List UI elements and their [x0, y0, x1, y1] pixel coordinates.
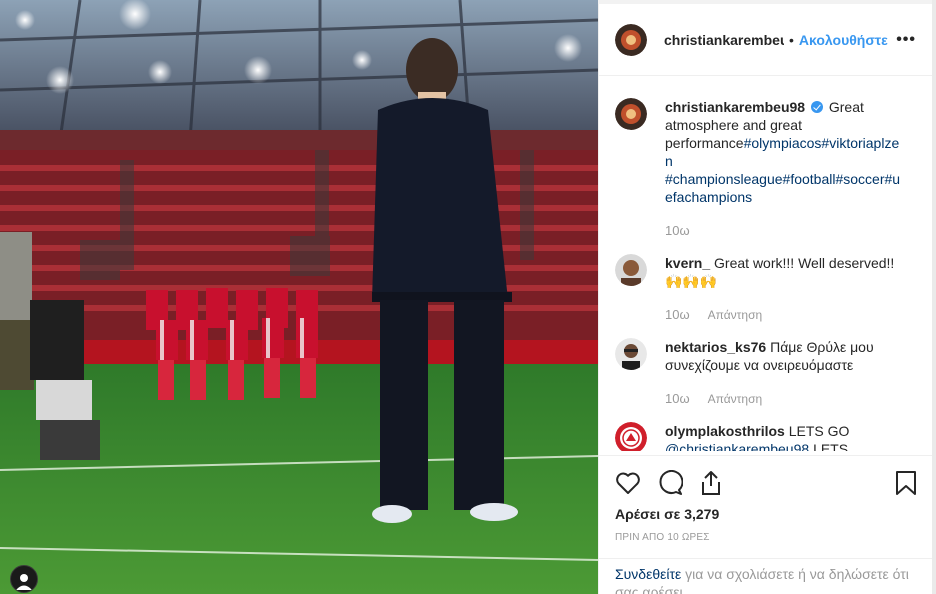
comment-emoji: 🙌🙌🙌: [665, 273, 718, 289]
share-icon[interactable]: [699, 470, 723, 496]
hashtag-link[interactable]: #football: [783, 171, 836, 187]
comments-list[interactable]: christiankarembeu98 Great atmosphere and…: [599, 76, 932, 451]
comment-body: olymplakosthrilos LETS GO @christiankare…: [665, 422, 905, 451]
commenter-avatar[interactable]: [615, 338, 647, 370]
mention-link[interactable]: @christiankarembeu98: [665, 441, 809, 451]
follow-separator: •: [789, 31, 794, 48]
caption-username[interactable]: christiankarembeu98: [665, 99, 805, 115]
verified-badge-icon: [810, 101, 823, 113]
post-header: christiankarembeu98 • Ακολουθήστε •••: [599, 4, 932, 76]
caption-time: 10ω: [665, 223, 690, 238]
heart-icon[interactable]: [615, 471, 641, 495]
post-side-panel: christiankarembeu98 • Ακολουθήστε ••• ch…: [598, 4, 933, 594]
post-photo[interactable]: [0, 0, 598, 594]
window-edge: [932, 0, 936, 594]
caption-body: christiankarembeu98 Great atmosphere and…: [665, 98, 905, 240]
comment-row: olymplakosthrilos LETS GO @christiankare…: [615, 422, 916, 451]
comment-username[interactable]: nektarios_ks76: [665, 339, 766, 355]
commenter-avatar[interactable]: [615, 254, 647, 286]
post-timestamp: ΠΡΙΝ ΑΠΟ 10 ΩΡΕΣ: [615, 532, 710, 543]
login-link[interactable]: Συνδεθείτε: [615, 566, 681, 582]
caption-meta: 10ω: [665, 222, 905, 240]
follow-button[interactable]: Ακολουθήστε: [799, 32, 888, 48]
bookmark-icon[interactable]: [895, 470, 917, 496]
user-icon: [16, 574, 32, 590]
hashtag-link[interactable]: #championsleague: [665, 171, 783, 187]
comment-meta: 10ω Απάντηση: [665, 390, 905, 408]
commenter-avatar[interactable]: [615, 422, 647, 451]
comment-body: nektarios_ks76 Πάμε Θρύλε μου συνεχίζουμ…: [665, 338, 905, 408]
caption-avatar[interactable]: [615, 98, 647, 130]
comment-row: nektarios_ks76 Πάμε Θρύλε μου συνεχίζουμ…: [615, 338, 916, 408]
comment-row: kvern_ Great work!!! Well deserved!! 🙌🙌🙌…: [615, 254, 916, 324]
login-prompt: Συνδεθείτε για να σχολιάσετε ή να δηλώσε…: [599, 558, 933, 594]
caption-row: christiankarembeu98 Great atmosphere and…: [615, 98, 916, 240]
comment-username[interactable]: kvern_: [665, 255, 710, 271]
comment-meta: 10ω Απάντηση: [665, 306, 905, 324]
stadium-photo-illustration: [0, 0, 598, 594]
action-icons: [615, 456, 917, 506]
comment-icon[interactable]: [657, 470, 683, 496]
author-username[interactable]: christiankarembeu98: [664, 32, 784, 48]
hashtag-link[interactable]: #soccer: [835, 171, 884, 187]
comment-username[interactable]: olymplakosthrilos: [665, 423, 785, 439]
comment-text: LETS GO: [788, 423, 850, 439]
profile-avatar-button[interactable]: [10, 565, 38, 593]
reply-button[interactable]: Απάντηση: [708, 306, 763, 324]
comment-body: kvern_ Great work!!! Well deserved!! 🙌🙌🙌…: [665, 254, 905, 324]
post-actions: Αρέσει σε 3,279 ΠΡΙΝ ΑΠΟ 10 ΩΡΕΣ Συνδεθε…: [599, 455, 933, 594]
reply-button[interactable]: Απάντηση: [708, 390, 763, 408]
more-options-icon[interactable]: •••: [896, 31, 916, 49]
comment-time: 10ω: [665, 307, 690, 322]
likes-count[interactable]: Αρέσει σε 3,279: [615, 506, 917, 522]
comment-text: Great work!!! Well deserved!!: [714, 255, 895, 271]
author-avatar[interactable]: [615, 23, 647, 56]
comment-time: 10ω: [665, 391, 690, 406]
hashtag-link[interactable]: #olympiacos: [744, 135, 822, 151]
